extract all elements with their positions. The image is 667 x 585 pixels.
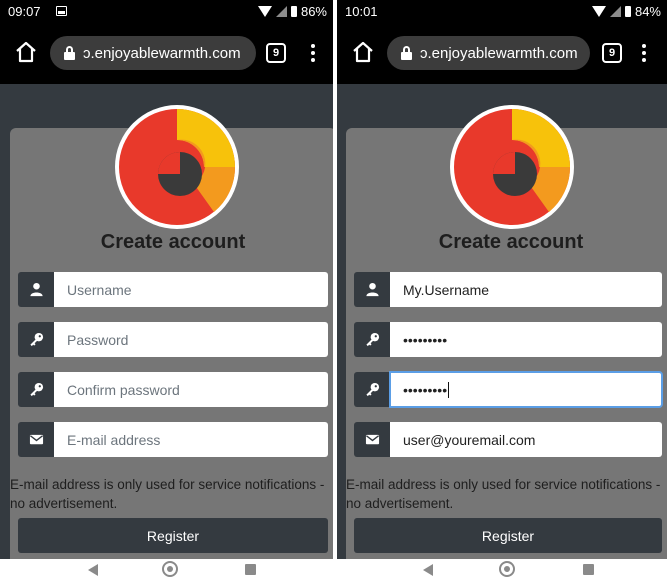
page-content: Create account My.Username ••••••••• •••… — [337, 84, 667, 559]
back-icon[interactable] — [88, 564, 98, 576]
browser-toolbar: ɔ.enjoyablewarmth.com 9 — [0, 22, 333, 84]
battery-percent: 86% — [300, 4, 327, 19]
email-input[interactable]: user@youremail.com — [390, 422, 662, 457]
email-field: user@youremail.com — [354, 422, 662, 457]
confirm-password-input[interactable]: ••••••••• — [389, 371, 663, 408]
battery-icon — [624, 6, 631, 17]
site-logo — [449, 104, 575, 230]
address-bar[interactable]: ɔ.enjoyablewarmth.com — [387, 36, 590, 70]
password-input[interactable]: Password — [54, 322, 328, 357]
notification-image-icon — [56, 6, 67, 16]
confirm-password-value: ••••••••• — [403, 381, 448, 398]
address-bar-url: ɔ.enjoyablewarmth.com — [420, 44, 578, 62]
username-field: Username — [18, 272, 328, 307]
key-icon — [18, 372, 54, 407]
page-content: Create account Username Password Confirm… — [0, 84, 333, 559]
register-button[interactable]: Register — [18, 518, 328, 553]
email-note: E-mail address is only used for service … — [346, 477, 661, 511]
android-nav-bar — [337, 559, 667, 585]
confirm-password-field: ••••••••• — [354, 371, 663, 408]
status-time: 10:01 — [345, 4, 378, 19]
address-bar[interactable]: ɔ.enjoyablewarmth.com — [50, 36, 256, 70]
home-button[interactable] — [14, 40, 38, 64]
lock-icon — [64, 46, 75, 60]
envelope-icon — [354, 422, 390, 457]
key-icon — [354, 322, 390, 357]
browser-menu-button[interactable] — [306, 41, 320, 65]
phone-screenshot-right: 10:01 84% ɔ.enjoyablewarmth.com 9 Create… — [337, 0, 667, 585]
home-icon — [16, 41, 36, 63]
phone-screenshot-left: 09:07 86% ɔ.enjoyablewarmth.com 9 Create… — [0, 0, 333, 585]
register-card: Create account My.Username ••••••••• •••… — [346, 105, 667, 559]
lock-icon — [401, 46, 412, 60]
recent-apps-icon[interactable] — [583, 564, 594, 575]
home-button[interactable] — [351, 40, 375, 64]
email-input[interactable]: E-mail address — [54, 422, 328, 457]
user-icon — [18, 272, 54, 307]
status-bar: 09:07 86% — [0, 0, 333, 22]
text-caret — [448, 381, 450, 398]
register-button[interactable]: Register — [354, 518, 662, 553]
signal-icon — [609, 6, 621, 17]
tab-switcher-button[interactable]: 9 — [602, 43, 622, 63]
email-note: E-mail address is only used for service … — [10, 477, 325, 511]
status-bar: 10:01 84% — [337, 0, 667, 22]
key-icon — [18, 322, 54, 357]
password-field: Password — [18, 322, 328, 357]
battery-percent: 84% — [634, 4, 661, 19]
password-field: ••••••••• — [354, 322, 662, 357]
key-icon — [354, 372, 390, 407]
android-nav-bar — [0, 559, 333, 585]
confirm-password-field: Confirm password — [18, 372, 328, 407]
battery-icon — [290, 6, 297, 17]
email-field: E-mail address — [18, 422, 328, 457]
status-time: 09:07 — [8, 4, 41, 19]
browser-menu-button[interactable] — [637, 41, 651, 65]
user-icon — [354, 272, 390, 307]
home-circle-icon[interactable] — [162, 561, 178, 577]
envelope-icon — [18, 422, 54, 457]
username-input[interactable]: Username — [54, 272, 328, 307]
password-input[interactable]: ••••••••• — [390, 322, 662, 357]
register-card: Create account Username Password Confirm… — [10, 105, 333, 559]
site-logo — [114, 104, 240, 230]
page-title: Create account — [100, 231, 246, 253]
home-icon — [353, 41, 373, 63]
tab-switcher-button[interactable]: 9 — [266, 43, 286, 63]
back-icon[interactable] — [423, 564, 433, 576]
page-title: Create account — [438, 231, 584, 253]
wifi-icon — [591, 6, 606, 17]
username-field: My.Username — [354, 272, 662, 307]
wifi-icon — [257, 6, 272, 17]
username-input[interactable]: My.Username — [390, 272, 662, 307]
signal-icon — [275, 6, 287, 17]
home-circle-icon[interactable] — [499, 561, 515, 577]
address-bar-url: ɔ.enjoyablewarmth.com — [83, 44, 241, 62]
browser-toolbar: ɔ.enjoyablewarmth.com 9 — [337, 22, 667, 84]
confirm-password-input[interactable]: Confirm password — [54, 372, 328, 407]
recent-apps-icon[interactable] — [245, 564, 256, 575]
